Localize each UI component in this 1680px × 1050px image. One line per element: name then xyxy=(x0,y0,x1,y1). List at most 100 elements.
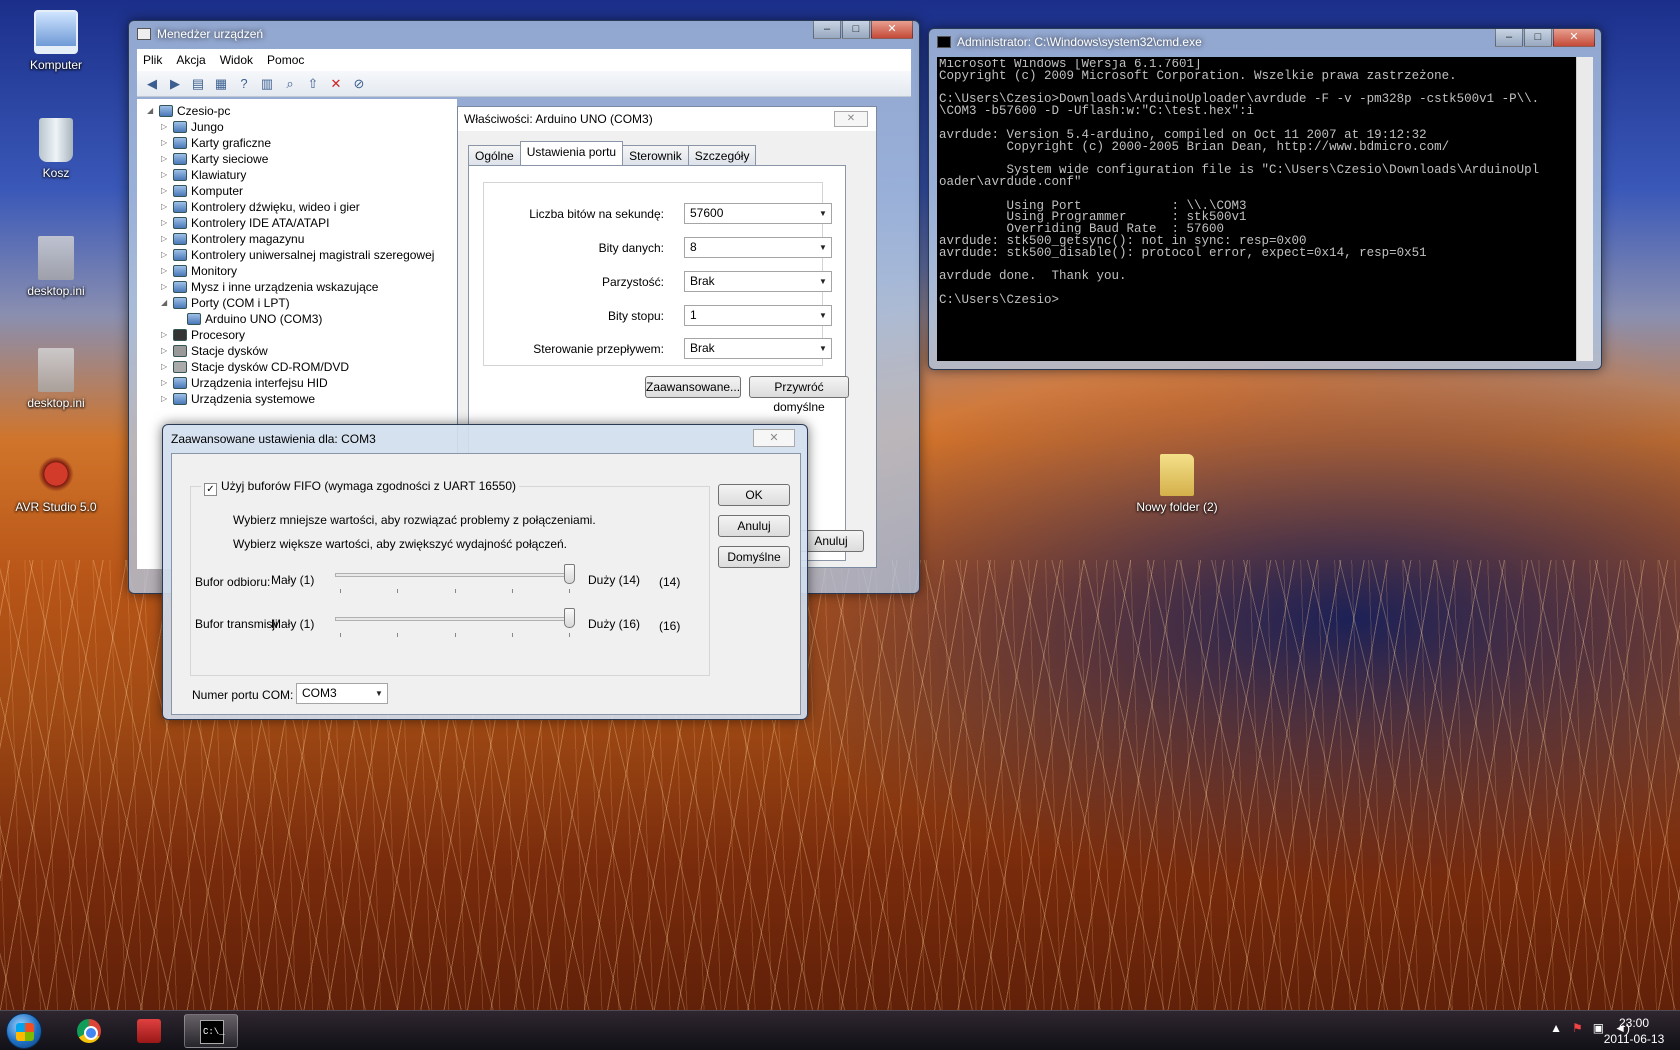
expand-arrow-icon[interactable]: ▷ xyxy=(161,263,173,279)
desktop-icon-nowy-folder[interactable]: Nowy folder (2) xyxy=(1131,454,1223,514)
close-button[interactable]: ✕ xyxy=(834,111,868,127)
clock[interactable]: 23:00 2011-06-13 xyxy=(1596,1015,1672,1047)
expand-arrow-icon[interactable]: ▷ xyxy=(161,247,173,263)
tab-szczegoly[interactable]: Szczegóły xyxy=(687,145,757,165)
action-center-icon[interactable]: ⚑ xyxy=(1572,1021,1583,1035)
properties-titlebar[interactable]: Właściwości: Arduino UNO (COM3) ✕ xyxy=(458,107,876,131)
close-button[interactable]: ✕ xyxy=(753,429,795,447)
view-icon[interactable]: ▤ xyxy=(189,75,207,93)
tree-item[interactable]: ▷ Komputer xyxy=(147,183,457,199)
menu-plik[interactable]: Plik xyxy=(143,53,162,67)
minimize-button[interactable]: – xyxy=(1495,29,1523,47)
maximize-button[interactable]: □ xyxy=(1524,29,1552,47)
properties-icon[interactable]: ▦ xyxy=(212,75,230,93)
vertical-scrollbar[interactable] xyxy=(1576,57,1593,361)
tree-item[interactable]: ▷ Karty sieciowe xyxy=(147,151,457,167)
slider-thumb[interactable] xyxy=(564,564,575,584)
tree-item[interactable]: ▷ Urządzenia systemowe xyxy=(147,391,457,407)
console-area[interactable]: Microsoft Windows [Wersja 6.1.7601] Copyr… xyxy=(937,57,1593,361)
tree-item[interactable]: ◢ Porty (COM i LPT) xyxy=(147,295,457,311)
taskbar-chrome[interactable] xyxy=(62,1014,116,1048)
help-icon[interactable]: ? xyxy=(235,75,253,93)
com-port-select[interactable]: COM3 ▼ xyxy=(296,683,388,704)
collapse-arrow-icon[interactable]: ◢ xyxy=(161,295,173,311)
restore-defaults-button[interactable]: Przywróć domyślne xyxy=(749,376,849,414)
menu-akcja[interactable]: Akcja xyxy=(176,53,205,67)
tree-item[interactable]: ▷ Kontrolery dźwięku, wideo i gier xyxy=(147,199,457,215)
expand-arrow-icon[interactable]: ▷ xyxy=(161,151,173,167)
maximize-button[interactable]: □ xyxy=(842,21,870,39)
update-driver-icon[interactable]: ⇧ xyxy=(304,75,322,93)
taskbar-toolbox[interactable] xyxy=(122,1014,176,1048)
close-button[interactable]: ✕ xyxy=(1553,29,1595,47)
parity-select[interactable]: Brak ▼ xyxy=(684,271,832,292)
tab-ogolne[interactable]: Ogólne xyxy=(468,145,521,165)
expand-arrow-icon[interactable]: ▷ xyxy=(161,183,173,199)
receive-buffer-slider[interactable] xyxy=(335,563,575,593)
uninstall-icon[interactable]: ✕ xyxy=(327,75,345,93)
expand-arrow-icon[interactable]: ▷ xyxy=(161,279,173,295)
tree-item[interactable]: ▷ Urządzenia interfejsu HID xyxy=(147,375,457,391)
tree-item[interactable]: ▷ Mysz i inne urządzenia wskazujące xyxy=(147,279,457,295)
tree-item[interactable]: ▷ Procesory xyxy=(147,327,457,343)
ok-button[interactable]: OK xyxy=(718,484,790,506)
device-manager-titlebar[interactable]: Menedżer urządzeń xyxy=(129,21,919,47)
fifo-checkbox[interactable]: ✓ xyxy=(204,483,217,496)
flow-control-select[interactable]: Brak ▼ xyxy=(684,338,832,359)
desktop-icon-avr-studio[interactable]: AVR Studio 5.0 xyxy=(10,452,102,514)
expand-arrow-icon[interactable]: ▷ xyxy=(161,215,173,231)
show-hidden-icon[interactable]: ▲ xyxy=(1550,1021,1562,1035)
tab-ustawienia-portu[interactable]: Ustawienia portu xyxy=(519,141,624,165)
expand-arrow-icon[interactable]: ▷ xyxy=(161,231,173,247)
desktop-icon-komputer[interactable]: Komputer xyxy=(10,10,102,72)
expand-arrow-icon[interactable]: ▷ xyxy=(161,119,173,135)
view-details-icon[interactable]: ▥ xyxy=(258,75,276,93)
expand-arrow-icon[interactable]: ▷ xyxy=(161,167,173,183)
expand-arrow-icon[interactable]: ▷ xyxy=(161,391,173,407)
advanced-titlebar[interactable]: Zaawansowane ustawienia dla: COM3 xyxy=(163,425,807,453)
expand-arrow-icon[interactable]: ▷ xyxy=(161,359,173,375)
tree-item[interactable]: ▷ Stacje dysków CD-ROM/DVD xyxy=(147,359,457,375)
tree-item[interactable]: ▷ Kontrolery magazynu xyxy=(147,231,457,247)
tree-item[interactable]: ▷ Kontrolery IDE ATA/ATAPI xyxy=(147,215,457,231)
scan-icon[interactable]: ⌕ xyxy=(281,75,299,93)
defaults-button[interactable]: Domyślne xyxy=(718,546,790,568)
transmit-buffer-slider[interactable] xyxy=(335,607,575,637)
desktop-icon-desktop-ini-2[interactable]: desktop.ini xyxy=(10,348,102,410)
tree-root-label: Czesio-pc xyxy=(177,104,231,118)
fifo-checkbox-row[interactable]: ✓ Użyj buforów FIFO (wymaga zgodności z U… xyxy=(201,479,520,496)
baud-select[interactable]: 57600 ▼ xyxy=(684,203,832,224)
collapse-arrow-icon[interactable]: ◢ xyxy=(147,103,159,119)
tree-item[interactable]: ▷ Jungo xyxy=(147,119,457,135)
tree-item-label: Karty graficzne xyxy=(191,136,272,150)
stop-bits-select[interactable]: 1 ▼ xyxy=(684,305,832,326)
tree-item-arduino[interactable]: Arduino UNO (COM3) xyxy=(147,311,457,327)
expand-arrow-icon[interactable]: ▷ xyxy=(161,375,173,391)
expand-arrow-icon[interactable]: ▷ xyxy=(161,343,173,359)
back-icon[interactable]: ◀ xyxy=(143,75,161,93)
tree-item[interactable]: ▷ Monitory xyxy=(147,263,457,279)
expand-arrow-icon[interactable]: ▷ xyxy=(161,135,173,151)
cancel-button[interactable]: Anuluj xyxy=(718,515,790,537)
expand-arrow-icon[interactable]: ▷ xyxy=(161,327,173,343)
expand-arrow-icon[interactable]: ▷ xyxy=(161,199,173,215)
tree-item[interactable]: ▷ Karty graficzne xyxy=(147,135,457,151)
menu-widok[interactable]: Widok xyxy=(220,53,253,67)
taskbar-cmd[interactable]: C:\_ xyxy=(184,1014,238,1048)
tree-root[interactable]: ◢ Czesio-pc xyxy=(147,103,457,119)
desktop-icon-desktop-ini-1[interactable]: desktop.ini xyxy=(10,236,102,298)
minimize-button[interactable]: – xyxy=(813,21,841,39)
desktop-icon-kosz[interactable]: Kosz xyxy=(10,118,102,180)
close-button[interactable]: ✕ xyxy=(871,21,913,39)
slider-thumb[interactable] xyxy=(564,608,575,628)
forward-icon[interactable]: ▶ xyxy=(166,75,184,93)
menu-pomoc[interactable]: Pomoc xyxy=(267,53,304,67)
disable-icon[interactable]: ⊘ xyxy=(350,75,368,93)
tree-item[interactable]: ▷ Klawiatury xyxy=(147,167,457,183)
data-bits-select[interactable]: 8 ▼ xyxy=(684,237,832,258)
tab-sterownik[interactable]: Sterownik xyxy=(622,145,689,165)
tree-item[interactable]: ▷ Kontrolery uniwersalnej magistrali szer… xyxy=(147,247,457,263)
advanced-button[interactable]: Zaawansowane... xyxy=(645,376,741,398)
start-button[interactable] xyxy=(6,1013,42,1049)
tree-item[interactable]: ▷ Stacje dysków xyxy=(147,343,457,359)
